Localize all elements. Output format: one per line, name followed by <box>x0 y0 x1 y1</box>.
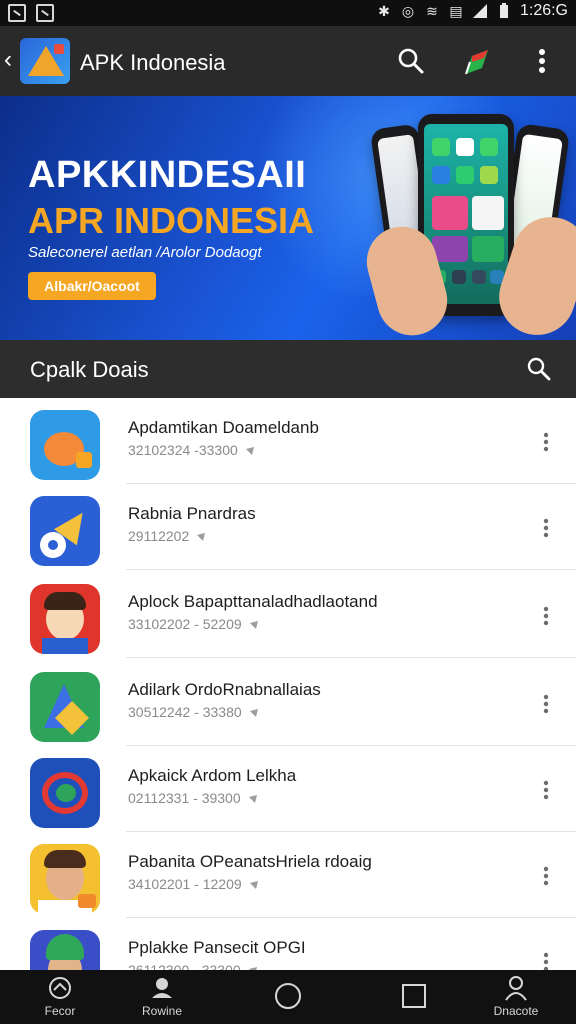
system-icons: ✱ ◎ ≋ ▤ 1:26:G <box>376 2 568 20</box>
hand-icon <box>152 978 172 998</box>
app-icon <box>30 496 100 566</box>
app-title: APK Indonesia <box>80 50 226 75</box>
search-icon[interactable] <box>394 44 428 78</box>
app-icon <box>30 758 100 828</box>
app-title: Apdamtikan Doameldanb <box>128 418 319 437</box>
list-item[interactable]: Rabnia Pnardras 29112202 <box>8 484 576 570</box>
app-meta: 33102202 - 52209 <box>128 616 260 632</box>
app-icon <box>30 844 100 914</box>
app-bar: ‹ APK Indonesia <box>0 26 576 96</box>
bottom-navigation: Fecor Rowine Dnacote <box>0 970 576 1024</box>
app-title: Pabanita OPeanatsHriela rdoaig <box>128 852 372 871</box>
more-options-icon[interactable] <box>538 950 554 970</box>
list-item[interactable]: Pabanita OPeanatsHriela rdoaig 34102201 … <box>8 832 576 918</box>
section-title: Cpalk Doais <box>30 357 149 382</box>
nav-item-rowine[interactable]: Rowine <box>112 974 212 1022</box>
app-icon <box>30 584 100 654</box>
app-title: Apkaick Ardom Lelkha <box>128 766 297 785</box>
nav-item-dnacote[interactable]: Dnacote <box>466 974 566 1022</box>
banner-subtitle-orange: APR INDONESIA <box>28 200 315 241</box>
download-icon <box>197 533 206 541</box>
download-icon <box>248 795 257 803</box>
profile-icon <box>505 976 527 1001</box>
app-icon <box>30 410 100 480</box>
pdf-notification-icon <box>36 4 54 22</box>
square-recents-icon <box>402 984 426 1008</box>
promo-banner[interactable]: APKKINDESAII APR INDONESIA Saleconerel a… <box>0 96 576 340</box>
more-options-icon[interactable] <box>538 778 554 802</box>
more-options-icon[interactable] <box>538 864 554 888</box>
nav-label: Rowine <box>141 1004 183 1018</box>
app-meta: 02112331 - 39300 <box>128 790 259 806</box>
banner-cta-button[interactable]: Albakr/Oacoot <box>28 272 156 300</box>
banner-title: APKKINDESAII <box>28 154 307 196</box>
status-bar: ✱ ◎ ≋ ▤ 1:26:G <box>0 0 576 26</box>
download-icon <box>249 621 258 629</box>
nav-item-fecor[interactable]: Fecor <box>10 974 110 1022</box>
app-logo <box>20 38 70 84</box>
indonesia-flag-icon[interactable] <box>460 44 494 78</box>
app-meta: 32102324 -33300 <box>128 442 256 458</box>
app-meta: 34102201 - 12209 <box>128 876 260 892</box>
bluetooth-icon: ✱ <box>378 3 390 19</box>
download-icon <box>249 709 258 717</box>
signal-icon <box>472 4 487 18</box>
circle-home-icon <box>275 983 301 1009</box>
nav-label: Dnacote <box>493 1004 539 1018</box>
home-icon <box>49 977 71 999</box>
list-item[interactable]: Apkaick Ardom Lelkha 02112331 - 39300 <box>8 746 576 832</box>
download-icon <box>245 447 254 455</box>
app-icon <box>30 930 100 970</box>
app-icon <box>30 672 100 742</box>
back-icon[interactable]: ‹ <box>4 48 12 72</box>
more-options-icon[interactable] <box>538 430 554 454</box>
app-list: Apdamtikan Doameldanb 32102324 -33300 Ra… <box>8 398 576 970</box>
more-options-icon[interactable] <box>538 516 554 540</box>
app-title: Pplakke Pansecit OPGI <box>128 938 306 957</box>
more-options-icon[interactable] <box>538 692 554 716</box>
app-meta: 30512242 - 33380 <box>128 704 260 720</box>
more-options-icon[interactable] <box>538 604 554 628</box>
download-icon <box>249 881 258 889</box>
nav-home-button[interactable] <box>238 974 338 1022</box>
nav-label: Fecor <box>44 1004 76 1018</box>
more-options-icon[interactable] <box>530 44 564 78</box>
notification-icon <box>8 4 26 22</box>
list-item[interactable]: Apdamtikan Doameldanb 32102324 -33300 <box>8 398 576 484</box>
nav-recents-button[interactable] <box>364 974 464 1022</box>
banner-tagline: Saleconerel aetlan /Arolor Dodaogt <box>28 244 262 261</box>
battery-icon <box>499 3 508 18</box>
app-title: Aplock Bapapttanaladhadlaotand <box>128 592 378 611</box>
list-item[interactable]: Pplakke Pansecit OPGI 26112300 - 33300 <box>8 918 576 970</box>
app-meta: 26112300 - 33300 <box>128 962 259 970</box>
app-title: Rabnia Pnardras <box>128 504 256 523</box>
notification-icons <box>8 4 54 22</box>
vibrate-icon: ▤ <box>449 3 463 19</box>
list-item[interactable]: Aplock Bapapttanaladhadlaotand 33102202 … <box>8 572 576 658</box>
section-header: Cpalk Doais <box>0 340 576 398</box>
nfc-icon: ◎ <box>401 3 415 19</box>
list-item[interactable]: Adilark OrdoRnabnallaias 30512242 - 3338… <box>8 660 576 746</box>
app-meta: 29112202 <box>128 528 207 544</box>
wifi-icon: ≋ <box>426 3 438 19</box>
clock: 1:26:G <box>519 2 568 19</box>
search-icon[interactable] <box>524 354 554 384</box>
app-title: Adilark OrdoRnabnallaias <box>128 680 321 699</box>
